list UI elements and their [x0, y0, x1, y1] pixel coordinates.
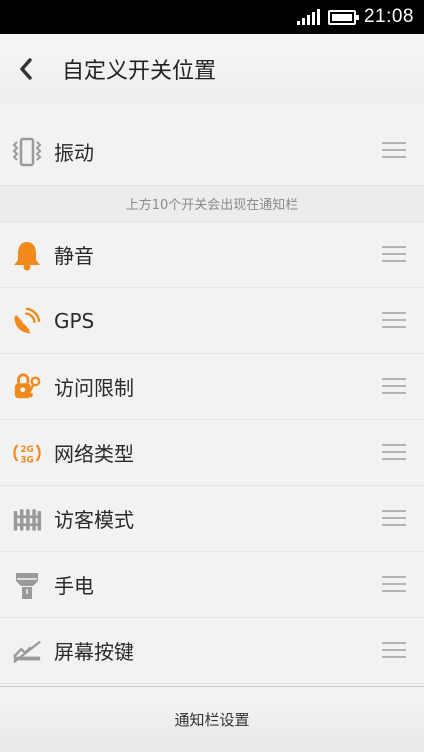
switch-item-label: 访客模式 — [54, 508, 134, 532]
switch-list: 振动 上方10个开关会出现在通知栏 静音 GPS 访问限制 2G 3G 网络类型… — [0, 118, 424, 684]
svg-text:3G: 3G — [20, 455, 33, 465]
switch-item-vibrate[interactable]: 振动 — [0, 118, 424, 186]
svg-text:2G: 2G — [20, 445, 33, 455]
notification-bar-settings-button[interactable]: 通知栏设置 — [0, 686, 424, 752]
drag-handle[interactable] — [382, 378, 406, 394]
switch-item-label: 振动 — [54, 141, 94, 165]
screen-buttons-icon — [12, 634, 42, 668]
vibrate-icon — [12, 135, 42, 169]
notification-bar-divider-note: 上方10个开关会出现在通知栏 — [0, 186, 424, 222]
switch-item-screen-buttons[interactable]: 屏幕按键 — [0, 618, 424, 684]
switch-item-label: GPS — [54, 308, 95, 333]
gps-satellite-icon — [12, 304, 42, 338]
drag-handle[interactable] — [382, 642, 406, 658]
switch-item-gps[interactable]: GPS — [0, 288, 424, 354]
battery-icon — [327, 9, 359, 25]
switch-item-flashlight[interactable]: 手电 — [0, 552, 424, 618]
switch-item-label: 网络类型 — [54, 442, 134, 466]
switch-item-network-type[interactable]: 2G 3G 网络类型 — [0, 420, 424, 486]
switch-item-access-restriction[interactable]: 访问限制 — [0, 354, 424, 420]
status-time: 21:08 — [363, 6, 414, 27]
bell-icon — [12, 238, 42, 272]
drag-handle[interactable] — [382, 444, 406, 460]
notification-bar-settings-label: 通知栏设置 — [174, 711, 250, 729]
drag-handle[interactable] — [382, 246, 406, 262]
drag-handle[interactable] — [382, 510, 406, 526]
switch-item-label: 访问限制 — [54, 376, 134, 400]
switch-item-label: 静音 — [54, 244, 94, 268]
switch-item-mute[interactable]: 静音 — [0, 222, 424, 288]
drag-handle[interactable] — [382, 142, 406, 158]
drag-handle[interactable] — [382, 576, 406, 592]
back-button[interactable] — [0, 34, 52, 104]
switch-item-guest-mode[interactable]: 访客模式 — [0, 486, 424, 552]
restriction-key-icon — [12, 370, 42, 404]
network-type-icon: 2G 3G — [12, 436, 42, 470]
chevron-left-icon — [20, 58, 32, 80]
guest-fence-icon — [12, 502, 42, 536]
switch-item-label: 手电 — [54, 574, 94, 598]
signal-icon — [296, 9, 320, 25]
status-bar: 21:08 — [0, 0, 424, 34]
header: 自定义开关位置 — [0, 34, 424, 104]
page-title: 自定义开关位置 — [62, 59, 217, 84]
switch-item-label: 屏幕按键 — [54, 640, 134, 664]
flashlight-icon — [12, 568, 42, 602]
drag-handle[interactable] — [382, 312, 406, 328]
